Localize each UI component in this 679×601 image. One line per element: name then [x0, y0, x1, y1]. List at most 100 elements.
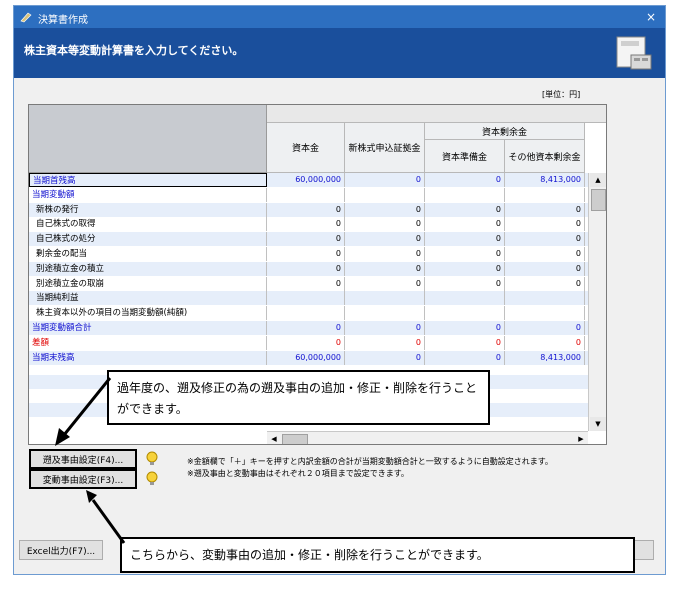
row-label: 株主資本以外の項目の当期変動額(純額) — [29, 306, 267, 321]
cell-subscription[interactable] — [345, 306, 425, 321]
excel-export-button[interactable]: Excel出力(F7)... — [19, 540, 103, 560]
cell-other-surplus[interactable] — [505, 291, 585, 306]
cell-other-surplus[interactable]: 0 — [505, 202, 585, 217]
table-row[interactable]: 当期首残高 60,000,000 0 0 8,413,000 — [29, 173, 588, 187]
cell-capital-reserve[interactable]: 0 — [425, 261, 505, 276]
document-register-icon — [616, 36, 652, 70]
cell-subscription[interactable]: 0 — [345, 232, 425, 247]
cell-capital[interactable] — [267, 187, 345, 202]
cell-other-surplus[interactable] — [505, 306, 585, 321]
cell-subscription[interactable]: 0 — [345, 247, 425, 261]
cell-capital[interactable]: 60,000,000 — [267, 173, 345, 187]
cell-other-surplus[interactable]: 0 — [505, 217, 585, 232]
cell-capital[interactable]: 0 — [267, 321, 345, 335]
retro-reason-button[interactable]: 遡及事由設定(F4)... — [29, 449, 137, 469]
cell-subscription[interactable] — [345, 291, 425, 306]
horizontal-scrollbar[interactable]: ◀ ▶ — [267, 431, 588, 444]
cell-capital[interactable]: 0 — [267, 217, 345, 232]
row-label: 別途積立金の取崩 — [29, 276, 267, 291]
row-label: 差額 — [29, 335, 267, 350]
table-row[interactable]: 差額 0 0 0 0 — [29, 335, 588, 350]
cell-capital-reserve[interactable] — [425, 291, 505, 306]
cell-capital-reserve[interactable]: 0 — [425, 173, 505, 187]
cell-subscription[interactable]: 0 — [345, 261, 425, 276]
cell-capital-reserve[interactable]: 0 — [425, 217, 505, 232]
cell-capital[interactable]: 60,000,000 — [267, 350, 345, 365]
cell-other-surplus[interactable]: 0 — [505, 232, 585, 247]
row-label: 当期首残高 — [29, 173, 267, 187]
cell-capital-reserve[interactable]: 0 — [425, 321, 505, 335]
cell-other-surplus[interactable]: 0 — [505, 261, 585, 276]
cell-capital[interactable]: 0 — [267, 247, 345, 261]
table-row[interactable]: 株主資本以外の項目の当期変動額(純額) — [29, 306, 588, 321]
row-label: 剰余金の配当 — [29, 247, 267, 261]
table-row[interactable]: 自己株式の取得 0 0 0 0 — [29, 217, 588, 232]
column-header-other-surplus: その他資本剰余金 — [505, 140, 585, 173]
cell-other-surplus[interactable]: 0 — [505, 321, 585, 335]
app-icon — [20, 12, 32, 23]
close-icon[interactable]: × — [643, 9, 659, 25]
table-row[interactable]: 自己株式の処分 0 0 0 0 — [29, 232, 588, 247]
cell-capital-reserve[interactable]: 0 — [425, 202, 505, 217]
header-banner: 株主資本等変動計算書を入力してください。 — [14, 28, 665, 78]
cell-subscription[interactable]: 0 — [345, 350, 425, 365]
table-row[interactable]: 別途積立金の積立 0 0 0 0 — [29, 261, 588, 276]
note-line: ※金額欄で「＋」キーを押すと内訳金額の合計が当期変動額合計と一致するように自動設… — [187, 457, 553, 466]
hscroll-thumb[interactable] — [282, 434, 308, 444]
scroll-left-icon[interactable]: ◀ — [267, 432, 281, 444]
table-row[interactable]: 当期変動額 — [29, 187, 588, 202]
cell-capital-reserve[interactable]: 0 — [425, 335, 505, 350]
cell-subscription[interactable]: 0 — [345, 276, 425, 291]
cell-capital[interactable]: 0 — [267, 202, 345, 217]
cell-capital-reserve[interactable]: 0 — [425, 232, 505, 247]
scroll-thumb[interactable] — [591, 189, 606, 211]
cell-capital[interactable]: 0 — [267, 335, 345, 350]
cell-capital[interactable]: 0 — [267, 232, 345, 247]
cell-subscription[interactable]: 0 — [345, 173, 425, 187]
table-row[interactable]: 当期純利益 — [29, 291, 588, 306]
row-label: 当期変動額合計 — [29, 321, 267, 335]
vertical-scrollbar[interactable]: ▲ ▼ — [588, 173, 606, 431]
help-bulb-icon[interactable] — [145, 451, 159, 467]
cell-capital-reserve[interactable] — [425, 306, 505, 321]
cell-subscription[interactable]: 0 — [345, 321, 425, 335]
scroll-up-icon[interactable]: ▲ — [590, 173, 606, 187]
column-header-capital-reserve: 資本準備金 — [425, 140, 505, 173]
column-header-subscription: 新株式申込証拠金 — [345, 123, 425, 173]
cell-capital[interactable] — [267, 291, 345, 306]
cell-capital-reserve[interactable]: 0 — [425, 276, 505, 291]
row-label: 別途積立金の積立 — [29, 261, 267, 276]
cell-capital-reserve[interactable] — [425, 187, 505, 202]
cell-other-surplus[interactable] — [505, 187, 585, 202]
title-bar: 決算書作成 × — [14, 6, 665, 28]
row-header-corner — [29, 105, 267, 173]
cell-other-surplus[interactable]: 8,413,000 — [505, 350, 585, 365]
table-row[interactable]: 新株の発行 0 0 0 0 — [29, 202, 588, 217]
table-row[interactable]: 当期末残高 60,000,000 0 0 8,413,000 — [29, 350, 588, 365]
scroll-right-icon[interactable]: ▶ — [574, 432, 588, 444]
change-reason-button[interactable]: 変動事由設定(F3)... — [29, 469, 137, 489]
help-bulb-icon[interactable] — [145, 471, 159, 487]
unit-label: [単位：円] — [542, 90, 581, 99]
cell-subscription[interactable]: 0 — [345, 217, 425, 232]
cell-capital[interactable] — [267, 306, 345, 321]
cell-other-surplus[interactable]: 8,413,000 — [505, 173, 585, 187]
table-row[interactable]: 剰余金の配当 0 0 0 0 — [29, 247, 588, 261]
cell-capital[interactable]: 0 — [267, 261, 345, 276]
table-row[interactable]: 当期変動額合計 0 0 0 0 — [29, 321, 588, 335]
cell-subscription[interactable] — [345, 187, 425, 202]
header-top-band — [267, 105, 606, 123]
row-label: 当期純利益 — [29, 291, 267, 306]
cell-other-surplus[interactable]: 0 — [505, 247, 585, 261]
cell-capital-reserve[interactable]: 0 — [425, 247, 505, 261]
cell-subscription[interactable]: 0 — [345, 335, 425, 350]
note-line: ※遡及事由と変動事由はそれぞれ２０項目まで設定できます。 — [187, 469, 409, 478]
cell-subscription[interactable]: 0 — [345, 202, 425, 217]
cell-capital-reserve[interactable]: 0 — [425, 350, 505, 365]
row-label: 新株の発行 — [29, 202, 267, 217]
table-row[interactable]: 別途積立金の取崩 0 0 0 0 — [29, 276, 588, 291]
cell-other-surplus[interactable]: 0 — [505, 335, 585, 350]
cell-other-surplus[interactable]: 0 — [505, 276, 585, 291]
scroll-down-icon[interactable]: ▼ — [590, 417, 606, 431]
cell-capital[interactable]: 0 — [267, 276, 345, 291]
